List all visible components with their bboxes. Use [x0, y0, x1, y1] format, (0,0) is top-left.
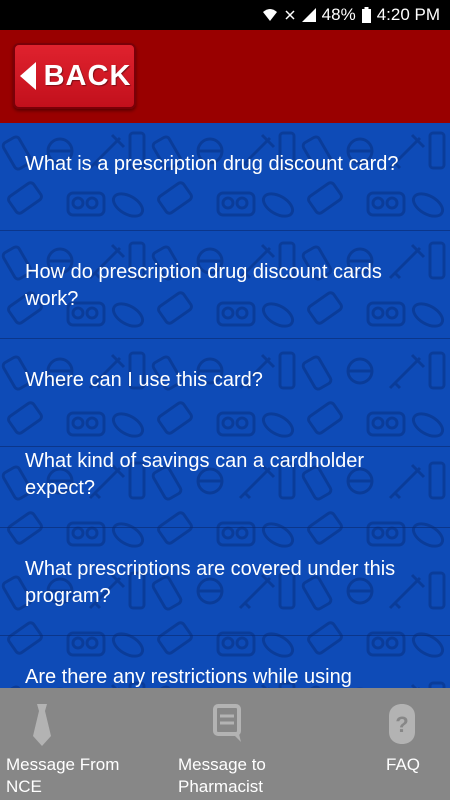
svg-text:?: ? [395, 712, 408, 737]
question-mark-icon: ? [387, 702, 417, 751]
faq-question: Are there any restrictions while using [25, 666, 352, 688]
status-bar: 48% 4:20 PM [0, 0, 450, 30]
faq-label: FAQ [386, 755, 421, 774]
wifi-icon [262, 8, 278, 22]
faq-question: What is a prescription drug discount car… [25, 153, 399, 175]
message-from-nce-label: Message From NCE [6, 755, 120, 796]
faq-item[interactable]: What kind of savings can a cardholder ex… [0, 420, 450, 528]
bottom-navigation: Message From NCE Message to Pharmacist ?… [0, 688, 450, 800]
battery-percent: 48% [321, 5, 356, 24]
faq-button[interactable]: ? FAQ [300, 688, 450, 800]
signal-icon [301, 8, 316, 22]
faq-item[interactable]: What prescriptions are covered under thi… [0, 528, 450, 636]
chat-bubble-icon [211, 702, 245, 749]
battery-icon [361, 7, 371, 23]
back-button[interactable]: BACK [13, 43, 136, 109]
necktie-icon [28, 702, 56, 753]
header-bar: BACK [0, 30, 450, 123]
faq-item[interactable]: Are there any restrictions while using [0, 636, 450, 688]
faq-list[interactable]: What is a prescription drug discount car… [0, 123, 450, 688]
faq-question: Where can I use this card? [25, 369, 263, 391]
vibrate-icon [284, 9, 296, 21]
message-to-pharmacist-label: Message to Pharmacist [178, 755, 266, 796]
back-label: BACK [43, 59, 132, 92]
message-from-nce-button[interactable]: Message From NCE [0, 688, 150, 800]
faq-question: How do prescription drug discount cards … [25, 261, 382, 310]
back-arrow-icon [18, 60, 38, 92]
faq-item[interactable]: What is a prescription drug discount car… [0, 123, 450, 231]
faq-question: What prescriptions are covered under thi… [25, 558, 396, 607]
clock: 4:20 PM [376, 5, 440, 24]
faq-question: What kind of savings can a cardholder ex… [25, 450, 365, 499]
faq-item[interactable]: How do prescription drug discount cards … [0, 231, 450, 339]
message-to-pharmacist-button[interactable]: Message to Pharmacist [150, 688, 300, 800]
